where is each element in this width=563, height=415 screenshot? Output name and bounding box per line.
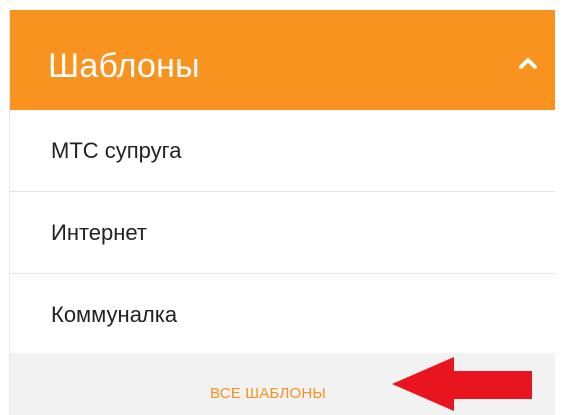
- collapse-button[interactable]: [513, 48, 543, 78]
- template-item-label: Интернет: [51, 220, 147, 245]
- template-item-label: Коммуналка: [51, 302, 178, 327]
- templates-footer: ВСЕ ШАБЛОНЫ: [10, 353, 555, 415]
- all-templates-link[interactable]: ВСЕ ШАБЛОНЫ: [210, 385, 326, 403]
- template-item-mts[interactable]: МТС супруга: [10, 110, 555, 192]
- chevron-up-icon: [519, 58, 537, 69]
- templates-panel: Шаблоны МТС супруга Интернет Коммуналка …: [9, 10, 555, 415]
- template-item-label: МТС супруга: [51, 138, 182, 163]
- template-item-internet[interactable]: Интернет: [10, 192, 555, 274]
- templates-header[interactable]: Шаблоны: [10, 10, 555, 110]
- templates-title: Шаблоны: [48, 47, 200, 85]
- template-item-utilities[interactable]: Коммуналка: [10, 274, 555, 356]
